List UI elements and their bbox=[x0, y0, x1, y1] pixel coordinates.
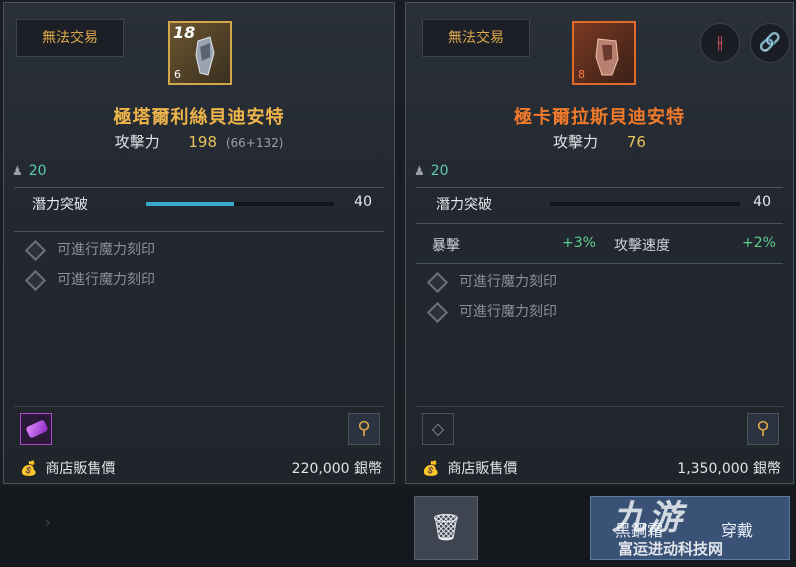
item-tier: 6 bbox=[174, 68, 181, 81]
required-level: ♟ 20 bbox=[414, 163, 449, 179]
action-label-b: 穿戴 bbox=[721, 521, 754, 540]
breakthrough-label: 潛力突破 bbox=[32, 197, 88, 213]
breakthrough-row: 潛力突破 40 bbox=[436, 194, 783, 214]
shop-price-row: 💰 商店販售價 220,000 銀幣 bbox=[20, 458, 382, 478]
equip-action-button[interactable]: 黑鋼霜 穿戴 bbox=[590, 496, 790, 560]
required-level: ♟ 20 bbox=[12, 163, 47, 179]
gem-icon bbox=[25, 419, 49, 439]
breakthrough-value: 40 bbox=[354, 194, 372, 210]
money-bag-icon: 💰 bbox=[422, 461, 440, 477]
pin-button[interactable]: ⚲ bbox=[747, 413, 779, 445]
action-label-a: 黑鋼霜 bbox=[615, 521, 664, 540]
divider bbox=[416, 406, 783, 407]
item-name: 極卡爾拉斯貝迪安特 bbox=[514, 107, 685, 128]
engraving-slot[interactable]: 可進行魔力刻印 bbox=[24, 269, 155, 291]
item-name: 極塔爾利絲貝迪安特 bbox=[113, 107, 285, 128]
required-level-value: 20 bbox=[28, 163, 47, 179]
item-tier: 8 bbox=[578, 68, 585, 81]
stat-label-atkspeed: 攻擊速度 bbox=[614, 238, 670, 254]
shop-price-label: 商店販售價 bbox=[447, 461, 518, 477]
trash-icon: 🗑 bbox=[429, 513, 463, 543]
required-level-value: 20 bbox=[430, 163, 449, 179]
diamond-slot-icon bbox=[426, 271, 449, 293]
trade-status-badge: 無法交易 bbox=[16, 19, 124, 57]
gem-outline-icon: ◇ bbox=[431, 419, 445, 438]
shop-price-row: 💰 商店販售價 1,350,000 銀幣 bbox=[422, 458, 781, 478]
engraving-slot[interactable]: 可進行魔力刻印 bbox=[24, 239, 155, 261]
gauntlet-art-icon bbox=[595, 38, 619, 76]
engraving-label: 可進行魔力刻印 bbox=[459, 274, 557, 290]
item-icon[interactable]: 18 6 bbox=[168, 21, 232, 85]
divider bbox=[416, 187, 783, 188]
attack-label: 攻擊力 bbox=[114, 133, 160, 151]
breakthrough-value: 40 bbox=[753, 194, 771, 210]
dismantle-button[interactable]: ⫲ bbox=[700, 23, 740, 63]
attack-value: 76 bbox=[626, 133, 646, 151]
diamond-slot-icon bbox=[24, 239, 47, 261]
diamond-slot-icon bbox=[426, 301, 449, 323]
pin-button[interactable]: ⚲ bbox=[348, 413, 380, 445]
item-tooltip-right: 無法交易 8 ⫲ 🔗 極卡爾拉斯貝迪安特 攻擊力 76 ♟ 20 潛力突破 40 … bbox=[405, 2, 794, 484]
link-icon: 🔗 bbox=[758, 32, 782, 53]
breakthrough-row: 潛力突破 40 bbox=[32, 194, 384, 214]
divider bbox=[14, 231, 384, 232]
shop-price-value: 220,000 銀幣 bbox=[291, 461, 382, 477]
pawn-icon: ♟ bbox=[414, 164, 425, 178]
engraving-slot[interactable]: 可進行魔力刻印 bbox=[426, 301, 557, 323]
empty-gem-slot[interactable]: ◇ bbox=[422, 413, 454, 445]
item-tooltip-left: 無法交易 18 6 極塔爾利絲貝迪安特 攻擊力 198 (66+132) ♟ 20… bbox=[3, 2, 395, 484]
attack-label: 攻擊力 bbox=[553, 133, 599, 151]
pin-icon: ⚲ bbox=[756, 418, 770, 439]
money-bag-icon: 💰 bbox=[20, 461, 38, 477]
stat-value-atkspeed: +2% bbox=[742, 235, 776, 251]
diamond-slot-icon bbox=[24, 269, 47, 291]
shop-price-value: 1,350,000 銀幣 bbox=[677, 461, 781, 477]
stat-value-crit: +3% bbox=[562, 235, 596, 251]
dismantle-icon: ⫲ bbox=[717, 32, 723, 53]
item-icon[interactable]: 8 bbox=[572, 21, 636, 85]
attack-row: 攻擊力 198 (66+132) bbox=[4, 131, 394, 152]
attack-detail: (66+132) bbox=[225, 136, 284, 150]
engraving-label: 可進行魔力刻印 bbox=[57, 272, 155, 288]
engraving-label: 可進行魔力刻印 bbox=[57, 242, 155, 258]
divider bbox=[14, 187, 384, 188]
divider bbox=[14, 406, 384, 407]
divider bbox=[416, 263, 783, 264]
engraving-slot[interactable]: 可進行魔力刻印 bbox=[426, 271, 557, 293]
gem-slot[interactable] bbox=[20, 413, 52, 445]
shop-price-label: 商店販售價 bbox=[45, 461, 116, 477]
attack-value: 198 bbox=[188, 133, 218, 151]
breakthrough-bar bbox=[146, 202, 334, 206]
link-button[interactable]: 🔗 bbox=[750, 23, 790, 63]
chevron-right-icon[interactable]: › bbox=[44, 512, 51, 533]
breakthrough-label: 潛力突破 bbox=[436, 197, 492, 213]
weapon-art-icon bbox=[195, 36, 215, 76]
pin-icon: ⚲ bbox=[357, 418, 371, 439]
breakthrough-bar bbox=[550, 202, 740, 206]
breakthrough-fill bbox=[146, 202, 235, 206]
trade-status-badge: 無法交易 bbox=[422, 19, 530, 57]
divider bbox=[416, 223, 783, 224]
pawn-icon: ♟ bbox=[12, 164, 23, 178]
engraving-label: 可進行魔力刻印 bbox=[459, 304, 557, 320]
attack-row: 攻擊力 76 bbox=[406, 131, 793, 152]
discard-button[interactable]: 🗑 bbox=[414, 496, 478, 560]
stat-label-crit: 暴擊 bbox=[432, 238, 460, 254]
